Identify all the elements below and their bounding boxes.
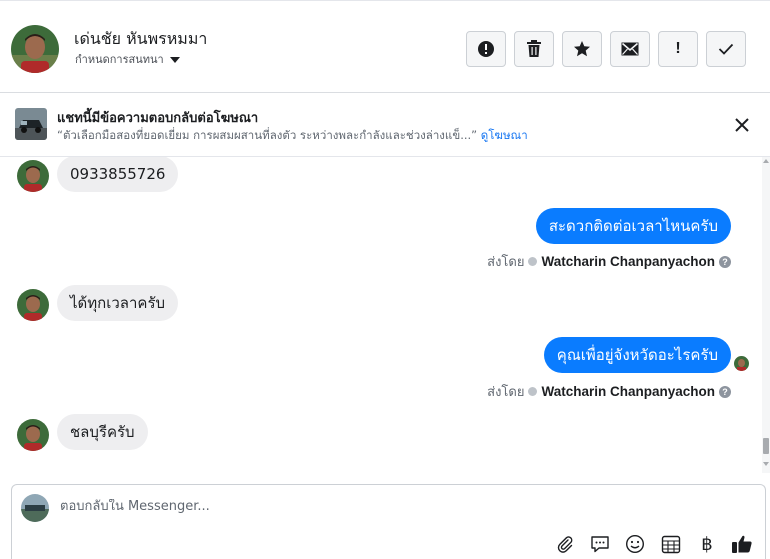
message-bubble-incoming[interactable]: ชลบุรีครับ [57,414,148,450]
conversation-settings-dropdown[interactable]: กำหนดการสนทนา [75,50,180,68]
sent-check-icon [528,387,538,396]
message-bubble-incoming[interactable]: 0933855726 [57,157,179,192]
payment-button[interactable]: ฿ [696,533,718,555]
caret-down-icon [169,57,180,63]
report-spam-button[interactable] [466,31,506,67]
sent-by-line: ส่งโดย Watcharin Chanpanyachon ? [487,251,731,272]
message-bubble-incoming[interactable]: ได้ทุกเวลาครับ [57,285,179,321]
help-icon[interactable]: ? [719,255,731,268]
saved-replies-button[interactable] [589,533,611,555]
scroll-down-arrow[interactable] [763,462,769,466]
sent-check-icon [528,257,538,266]
mark-important-button[interactable]: ! [658,31,698,67]
baht-icon: ฿ [701,533,713,554]
attach-file-button[interactable] [554,533,576,555]
message-thread[interactable]: 0933855726 สะดวกติดต่อเวลาไหนครับ ส่งโดย… [0,157,770,473]
contact-avatar-small [17,289,49,321]
help-icon[interactable]: ? [719,385,731,398]
appointment-button[interactable] [660,533,682,555]
conversation-settings-label: กำหนดการสนทนา [75,53,164,66]
paperclip-icon [557,536,573,553]
scroll-up-arrow[interactable] [763,159,769,163]
exclamation-icon: ! [675,40,681,57]
contact-avatar-small [17,419,49,451]
thumbs-up-icon [732,535,752,553]
emoji-icon [625,534,645,554]
ad-reply-banner: แชทนี้มีข้อความตอบกลับต่อโฆษณา “ตัวเลือก… [0,94,770,157]
sender-name: Watcharin Chanpanyachon [541,384,715,399]
sent-by-prefix: ส่งโดย [487,385,525,400]
page-avatar [21,494,49,522]
star-icon [574,41,590,57]
like-button[interactable] [731,533,753,555]
message-scrollbar[interactable] [762,157,770,473]
sent-by-prefix: ส่งโดย [487,255,525,270]
envelope-icon [621,42,639,56]
mark-done-button[interactable] [706,31,746,67]
ad-quote: “ตัวเลือกมือสองที่ยอดเยี่ยม การผสมผสานที… [57,128,478,142]
close-icon[interactable] [733,116,751,134]
conversation-header: เด่นชัย หันพรหมมา กำหนดการสนทนา ! [0,0,770,93]
contact-avatar-small [17,160,49,192]
emoji-button[interactable] [624,533,646,555]
ad-banner-title: แชทนี้มีข้อความตอบกลับต่อโฆษณา [57,111,259,126]
contact-avatar[interactable] [11,25,59,73]
sent-by-line: ส่งโดย Watcharin Chanpanyachon ? [487,381,731,402]
scroll-thumb[interactable] [763,438,769,454]
seen-avatar [734,356,749,371]
ad-banner-quote-line: “ตัวเลือกมือสองที่ยอดเยี่ยม การผสมผสานที… [57,127,528,145]
contact-name[interactable]: เด่นชัย หันพรหมมา [74,27,207,52]
delete-button[interactable] [514,31,554,67]
message-bubble-outgoing[interactable]: สะดวกติดต่อเวลาไหนครับ [535,208,731,244]
report-icon [478,41,494,57]
trash-icon [527,40,541,57]
reply-composer: ฿ [11,484,766,559]
appointment-icon [661,535,681,554]
star-button[interactable] [562,31,602,67]
reply-input[interactable] [60,499,660,514]
mark-unread-button[interactable] [610,31,650,67]
ad-thumbnail[interactable] [15,108,47,140]
sender-name: Watcharin Chanpanyachon [541,254,715,269]
message-bubble-outgoing[interactable]: คุณเพื่อยู่จังหวัดอะไรครับ [543,337,731,373]
check-icon [718,43,734,55]
saved-replies-icon [591,536,609,553]
view-ad-link[interactable]: ดูโฆษณา [481,128,528,142]
